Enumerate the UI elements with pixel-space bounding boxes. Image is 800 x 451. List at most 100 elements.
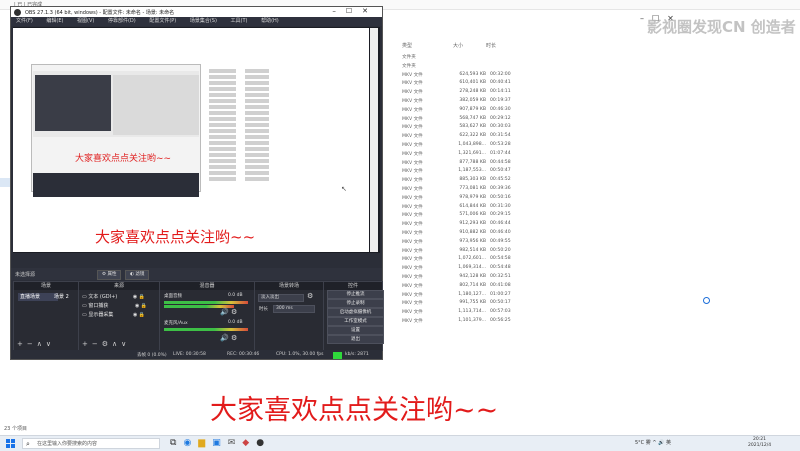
- file-dur: 00:50:47: [490, 168, 511, 174]
- taskbar-search[interactable]: ⌕ 在这里输入你要搜索的内容: [22, 438, 160, 449]
- file-type: MKV 文件: [402, 230, 423, 236]
- table-row[interactable]: MKV 文件 907,879 KB 00:46:30: [402, 106, 642, 115]
- table-row[interactable]: MKV 文件 382,059 KB 00:19:37: [402, 97, 642, 106]
- preview-scrollbar[interactable]: [370, 28, 378, 252]
- file-type: MKV 文件: [402, 134, 423, 140]
- table-row[interactable]: MKV 文件 1,113,714... 00:57:03: [402, 308, 642, 317]
- busy-cursor-icon: [703, 297, 710, 304]
- table-row[interactable]: MKV 文件 610,401 KB 00:40:41: [402, 79, 642, 88]
- source-item[interactable]: ▭ 窗口捕获 ◉ 🔒: [82, 302, 162, 310]
- table-row[interactable]: MKV 文件 991,755 KB 00:50:17: [402, 299, 642, 308]
- task-view-icon[interactable]: ⧉: [170, 438, 183, 448]
- studio-mode-button[interactable]: 工作室模式: [327, 317, 384, 326]
- edge-icon[interactable]: ◉: [183, 438, 198, 448]
- table-row[interactable]: MKV 文件 973,956 KB 00:49:55: [402, 238, 642, 247]
- scene-item-2[interactable]: 场景 2: [52, 293, 78, 301]
- table-row[interactable]: MKV 文件 1,180,127... 01:00:27: [402, 291, 642, 300]
- app-icon[interactable]: ◆: [242, 438, 256, 448]
- file-type: MKV 文件: [402, 151, 423, 157]
- file-size: 1,072,601...: [458, 256, 486, 262]
- file-type: MKV 文件: [402, 266, 423, 272]
- windows-start-icon[interactable]: [6, 439, 15, 448]
- file-size: 912,293 KB: [459, 221, 486, 227]
- menu-scene-collection[interactable]: 场景集合(S): [190, 18, 217, 24]
- table-row[interactable]: MKV 文件 583,627 KB 00:30:03: [402, 123, 642, 132]
- table-row[interactable]: MKV 文件 568,747 KB 00:29:12: [402, 115, 642, 124]
- rec-time: REC: 00:30:46: [227, 352, 260, 357]
- obs-taskbar-icon[interactable]: ●: [256, 438, 271, 448]
- menu-help[interactable]: 帮助(H): [261, 18, 279, 24]
- source-item[interactable]: ▭ 文本 (GDI+) ◉ 🔒: [82, 293, 162, 301]
- table-row[interactable]: MKV 文件 802,714 KB 00:41:08: [402, 282, 642, 291]
- file-type: MKV 文件: [402, 310, 423, 316]
- settings-button[interactable]: 设置: [327, 326, 384, 335]
- file-type: MKV 文件: [402, 213, 423, 219]
- scene-tools[interactable]: +−∧∨: [17, 340, 55, 348]
- stop-streaming-button[interactable]: 停止推流: [327, 290, 384, 299]
- file-dur: 00:40:41: [490, 80, 511, 86]
- list-item[interactable]: 文件夹: [402, 62, 642, 71]
- table-row[interactable]: MKV 文件 773,081 KB 00:39:36: [402, 185, 642, 194]
- table-row[interactable]: MKV 文件 614,844 KB 00:31:30: [402, 203, 642, 212]
- column-duration-header[interactable]: 时长: [486, 42, 496, 49]
- table-row[interactable]: MKV 文件 912,293 KB 00:46:44: [402, 220, 642, 229]
- search-icon: ⌕: [26, 440, 30, 448]
- menu-profile[interactable]: 配置文件(P): [149, 18, 176, 24]
- column-type-header[interactable]: 类型: [402, 42, 412, 49]
- mixer-channel-name: 桌面音频: [164, 294, 182, 299]
- virtual-camera-button[interactable]: 启动虚拟摄像机: [327, 308, 384, 317]
- table-row[interactable]: MKV 文件 978,979 KB 00:50:16: [402, 194, 642, 203]
- menu-docks[interactable]: 停靠部件(D): [108, 18, 136, 24]
- table-row[interactable]: MKV 文件 982,514 KB 00:50:20: [402, 247, 642, 256]
- file-size: 610,401 KB: [459, 80, 486, 86]
- file-dur: 00:39:36: [490, 185, 511, 191]
- stop-recording-button[interactable]: 停止录制: [327, 299, 384, 308]
- filters-button[interactable]: ◐ 滤镜: [125, 270, 150, 280]
- table-row[interactable]: MKV 文件 278,248 KB 00:14:11: [402, 88, 642, 97]
- clock[interactable]: 20:21 2021/12/4: [748, 437, 771, 449]
- table-row[interactable]: MKV 文件 1,187,553... 00:50:47: [402, 167, 642, 176]
- menu-edit[interactable]: 编辑(E): [46, 18, 63, 24]
- exit-button[interactable]: 退出: [327, 335, 384, 344]
- mixer-channel-name: 麦克风/Aux: [164, 321, 188, 326]
- mail-icon[interactable]: ✉: [228, 438, 243, 448]
- clock-date: 2021/12/4: [748, 443, 772, 448]
- menu-tools[interactable]: 工具(T): [231, 18, 248, 24]
- file-dur: 00:57:03: [490, 309, 511, 315]
- table-row[interactable]: MKV 文件 910,882 KB 00:46:40: [402, 229, 642, 238]
- table-row[interactable]: MKV 文件 885,303 KB 00:45:52: [402, 176, 642, 185]
- speaker-icon[interactable]: 🔊 ⚙: [220, 334, 237, 342]
- file-dur: 00:46:30: [490, 106, 511, 112]
- table-row[interactable]: MKV 文件 942,128 KB 00:32:51: [402, 273, 642, 282]
- system-tray[interactable]: 5°C 雾 ^ 🔊 英: [635, 439, 671, 446]
- list-item[interactable]: 文件夹: [402, 53, 642, 62]
- column-size-header[interactable]: 大小: [453, 42, 463, 49]
- properties-button[interactable]: ⚙ 属性: [97, 270, 122, 280]
- store-icon[interactable]: ▣: [212, 438, 228, 448]
- gear-icon[interactable]: ⚙: [307, 292, 313, 300]
- table-row[interactable]: MKV 文件 1,043,898... 00:53:28: [402, 141, 642, 150]
- transition-type: 淡入淡出: [261, 295, 279, 300]
- menu-file[interactable]: 文件(F): [16, 18, 33, 24]
- source-item[interactable]: ▭ 显示器采集 ◉ 🔒: [82, 311, 162, 319]
- taskbar-pinned-apps[interactable]: ⧉◉▆▣✉◆●: [170, 438, 271, 448]
- source-tools[interactable]: +−⚙∧∨: [82, 340, 130, 348]
- table-row[interactable]: MKV 文件 1,101,379... 00:56:25: [402, 317, 642, 326]
- table-row[interactable]: MKV 文件 877,788 KB 00:44:58: [402, 159, 642, 168]
- file-size: 1,069,314...: [458, 265, 486, 271]
- speaker-icon[interactable]: 🔊 ⚙: [220, 308, 237, 316]
- table-row[interactable]: MKV 文件 624,593 KB 00:32:00: [402, 71, 642, 80]
- obs-titlebar[interactable]: OBS 27.1.3 (64 bit, windows) - 配置文件: 未命名…: [11, 7, 382, 17]
- table-row[interactable]: MKV 文件 571,006 KB 00:29:15: [402, 211, 642, 220]
- file-type: MKV 文件: [402, 178, 423, 184]
- menu-view[interactable]: 视图(V): [77, 18, 94, 24]
- file-dur: 00:54:58: [490, 256, 511, 262]
- table-row[interactable]: MKV 文件 1,072,601... 00:54:58: [402, 255, 642, 264]
- overlay-caption: 大家喜欢点点关注哟~~: [210, 395, 499, 426]
- folder-icon[interactable]: ▆: [198, 438, 212, 448]
- file-size: 571,006 KB: [459, 212, 486, 218]
- obs-window-controls[interactable]: –☐✕: [332, 7, 378, 15]
- table-row[interactable]: MKV 文件 1,069,314... 00:54:48: [402, 264, 642, 273]
- table-row[interactable]: MKV 文件 1,321,691... 01:07:44: [402, 150, 642, 159]
- table-row[interactable]: MKV 文件 622,322 KB 00:31:54: [402, 132, 642, 141]
